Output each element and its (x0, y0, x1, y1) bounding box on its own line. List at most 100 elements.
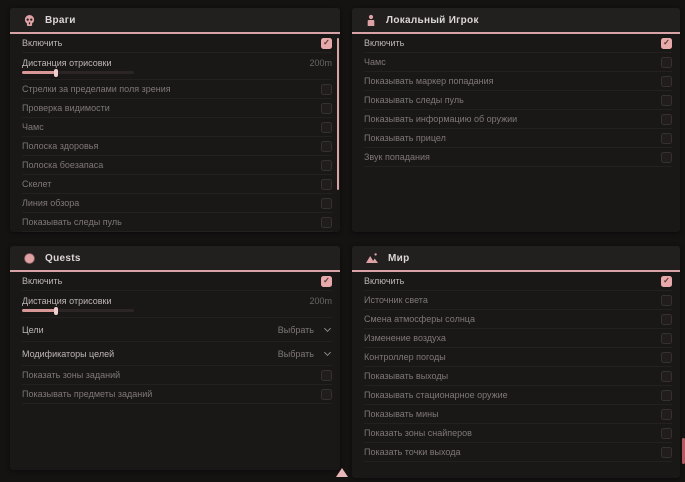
slider[interactable] (22, 71, 134, 74)
setting-row[interactable]: Смена атмосферы солнца (364, 310, 672, 329)
slider-handle[interactable] (54, 69, 58, 77)
setting-label: Показать зоны снайперов (364, 428, 472, 438)
setting-row[interactable]: Показывать следы пуль (364, 91, 672, 110)
checkbox[interactable] (661, 447, 672, 458)
setting-row[interactable]: Источник света (364, 291, 672, 310)
checkbox[interactable] (321, 179, 332, 190)
checkbox[interactable] (661, 371, 672, 382)
setting-row[interactable]: Показывать стационарное оружие (364, 386, 672, 405)
checkbox[interactable] (661, 95, 672, 106)
checkbox[interactable]: ✓ (661, 38, 672, 49)
checkbox[interactable] (661, 352, 672, 363)
setting-label: Включить (22, 276, 62, 286)
checkbox[interactable] (321, 84, 332, 95)
checkbox[interactable]: ✓ (661, 276, 672, 287)
select-dropdown[interactable]: Выбрать (278, 325, 332, 335)
setting-label: Показывать мины (364, 409, 439, 419)
panel-world: Мир Включить✓Источник светаСмена атмосфе… (352, 246, 680, 478)
panel-header: Враги (10, 8, 340, 34)
checkbox[interactable] (321, 160, 332, 171)
setting-row[interactable]: Показывать прицел (364, 129, 672, 148)
setting-row[interactable]: Полоска боезапаса (22, 156, 332, 175)
setting-row[interactable]: Показывать мины (364, 405, 672, 424)
setting-row[interactable]: Показать точки выхода (364, 443, 672, 462)
checkbox[interactable] (661, 57, 672, 68)
setting-label: Включить (364, 276, 404, 286)
cursor-pointer (336, 468, 348, 477)
setting-row[interactable]: Стрелки за пределами поля зрения (22, 80, 332, 99)
panel-header: Локальный Игрок (352, 8, 680, 34)
setting-row[interactable]: Линия обзора (22, 194, 332, 213)
checkbox[interactable] (661, 428, 672, 439)
checkbox[interactable]: ✓ (321, 38, 332, 49)
setting-row[interactable]: Чамс (364, 53, 672, 72)
select-row[interactable]: ЦелиВыбрать (22, 318, 332, 342)
mod-menu: Враги Включить ✓ Дистанция отрисовки200m Ст… (0, 0, 685, 482)
setting-row[interactable]: Скелет (22, 175, 332, 194)
setting-label: Показывать информацию об оружии (364, 114, 517, 124)
setting-row[interactable]: Контроллер погоды (364, 348, 672, 367)
checkbox[interactable] (661, 114, 672, 125)
slider-value: 200m (309, 296, 332, 306)
setting-row[interactable]: Показывать маркер попадания (364, 72, 672, 91)
setting-label: Контроллер погоды (364, 352, 446, 362)
panel-quests: Quests Включить✓Дистанция отрисовки200mЦ… (10, 246, 340, 470)
settings-list: Включить✓ Чамс Показывать маркер попадания… (352, 34, 680, 167)
chevron-down-icon (324, 348, 331, 355)
scrollbar[interactable] (337, 38, 339, 190)
checkbox[interactable] (321, 370, 332, 381)
setting-label: Показывать прицел (364, 133, 446, 143)
setting-row[interactable]: Изменение воздуха (364, 329, 672, 348)
checkbox[interactable] (661, 409, 672, 420)
select-row[interactable]: Модификаторы целейВыбрать (22, 342, 332, 366)
panel-title: Quests (45, 253, 81, 264)
setting-row[interactable]: Показать зоны заданий (22, 366, 332, 385)
checkbox[interactable] (661, 76, 672, 87)
settings-list: Включить✓Дистанция отрисовки200mЦелиВыбр… (10, 272, 340, 404)
checkbox[interactable] (321, 141, 332, 152)
setting-row[interactable]: Чамс (22, 118, 332, 137)
panel-header: Quests (10, 246, 340, 272)
setting-label: Стрелки за пределами поля зрения (22, 84, 171, 94)
setting-row[interactable]: Показывать предметы заданий (22, 385, 332, 404)
mountain-icon (365, 252, 379, 264)
setting-row[interactable]: Включить ✓ (364, 272, 672, 291)
setting-label: Показать зоны заданий (22, 370, 120, 380)
checkbox[interactable] (661, 152, 672, 163)
setting-row[interactable]: Включить✓ (364, 34, 672, 53)
slider[interactable] (22, 309, 134, 312)
setting-row[interactable]: Показывать выходы (364, 367, 672, 386)
checkbox[interactable] (661, 133, 672, 144)
slider-row: Дистанция отрисовки200m (22, 53, 332, 80)
setting-row[interactable]: Показывать информацию об оружии (364, 110, 672, 129)
setting-label: Изменение воздуха (364, 333, 446, 343)
setting-label: Источник света (364, 295, 428, 305)
setting-row[interactable]: Проверка видимости (22, 99, 332, 118)
setting-row[interactable]: Включить ✓ (22, 272, 332, 291)
setting-label: Показывать следы пуль (22, 217, 122, 227)
setting-label: Включить (22, 38, 62, 48)
checkbox[interactable] (661, 390, 672, 401)
checkbox[interactable] (321, 122, 332, 133)
checkbox[interactable]: ✓ (321, 276, 332, 287)
checkbox[interactable] (321, 198, 332, 209)
checkbox[interactable] (661, 295, 672, 306)
setting-row[interactable]: Звук попадания (364, 148, 672, 167)
setting-row[interactable]: Включить ✓ (22, 34, 332, 53)
checkbox[interactable] (661, 333, 672, 344)
chevron-down-icon (324, 324, 331, 331)
checkbox[interactable] (321, 389, 332, 400)
checkbox[interactable] (321, 103, 332, 114)
checkbox[interactable] (321, 217, 332, 228)
setting-row[interactable]: Показать зоны снайперов (364, 424, 672, 443)
panel-title: Враги (45, 15, 76, 26)
setting-row[interactable]: Показывать следы пуль (22, 213, 332, 232)
select-value: Выбрать (278, 325, 314, 335)
checkbox[interactable] (661, 314, 672, 325)
panel-local-player: Локальный Игрок Включить✓ Чамс Показывать … (352, 8, 680, 232)
setting-label: Показывать выходы (364, 371, 448, 381)
select-dropdown[interactable]: Выбрать (278, 349, 332, 359)
setting-row[interactable]: Полоска здоровья (22, 137, 332, 156)
setting-label: Чамс (364, 57, 386, 67)
slider-handle[interactable] (54, 307, 58, 315)
